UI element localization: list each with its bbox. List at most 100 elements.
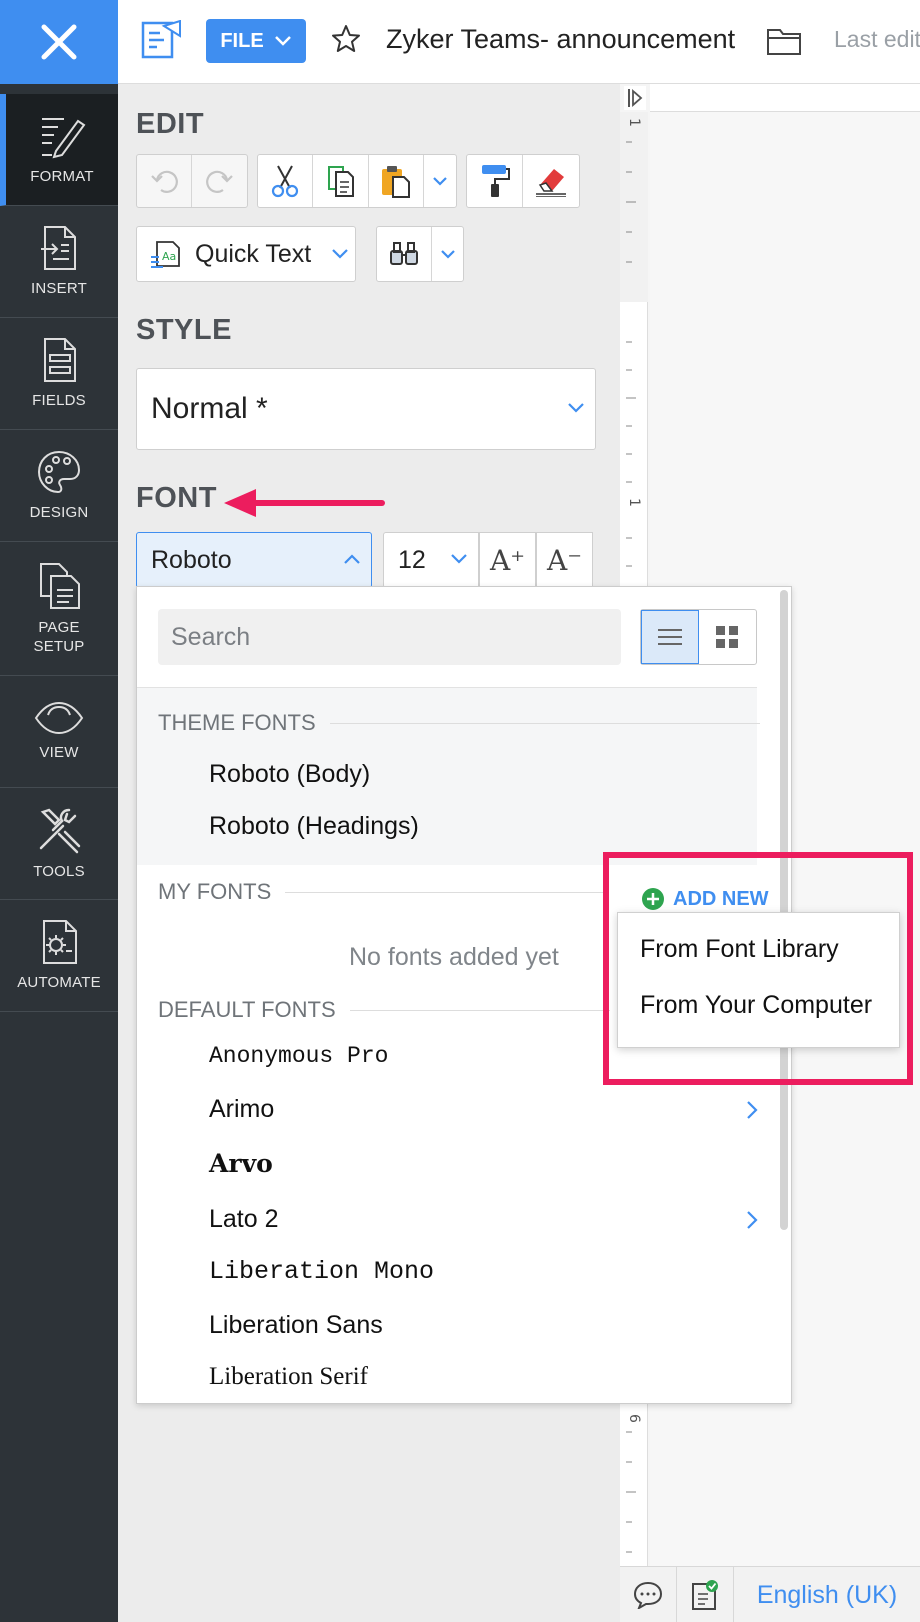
document-title[interactable]: Zyker Teams- announcement: [386, 24, 735, 55]
format-painter-button[interactable]: [467, 155, 524, 207]
rail-item-design[interactable]: DESIGN: [0, 430, 118, 542]
document-status-button[interactable]: [677, 1567, 734, 1622]
redo-button[interactable]: [192, 155, 247, 207]
undo-icon: [151, 170, 178, 193]
horizontal-ruler: [650, 84, 920, 112]
rail-item-insert[interactable]: INSERT: [0, 206, 118, 318]
font-option-lato-2[interactable]: Lato 2: [209, 1205, 279, 1234]
list-view-icon: [657, 629, 682, 645]
decrease-font-size-button[interactable]: A⁻: [536, 532, 593, 588]
quick-text-dropdown[interactable]: Aa Quick Text: [136, 226, 356, 282]
no-fonts-message: No fonts added yet: [349, 943, 559, 971]
left-navigation-rail: FORMAT INSERT FIELDS DESIGN PAGE SETUP V…: [0, 0, 118, 1622]
top-bar: FILE Zyker Teams- announcement Last edit: [118, 0, 920, 84]
font-option-roboto-headings[interactable]: Roboto (Headings): [209, 812, 419, 841]
rail-item-automate[interactable]: AUTOMATE: [0, 900, 118, 1012]
chevron-down-icon: [332, 249, 349, 259]
divider: [285, 891, 606, 893]
font-option-liberation-sans[interactable]: Liberation Sans: [209, 1311, 383, 1340]
fields-document-icon: [44, 338, 76, 382]
language-selector[interactable]: English (UK): [734, 1567, 920, 1622]
rail-item-page-setup[interactable]: PAGE SETUP: [0, 542, 118, 676]
page-setup-icon: [40, 562, 80, 609]
list-view-button[interactable]: [641, 610, 699, 664]
folder-icon[interactable]: [766, 26, 802, 61]
paint-roller-icon: [481, 165, 510, 197]
font-option-arvo[interactable]: Arvo: [209, 1149, 273, 1178]
rail-item-label: DESIGN: [29, 504, 89, 521]
palette-icon: [37, 450, 81, 494]
paste-icon: [382, 166, 411, 198]
chevron-down-icon: [274, 36, 291, 46]
font-option-liberation-serif[interactable]: Liberation Serif: [209, 1363, 368, 1391]
rail-item-view[interactable]: VIEW: [0, 676, 118, 788]
grid-view-icon: [716, 626, 739, 648]
rail-item-fields[interactable]: FIELDS: [0, 318, 118, 430]
font-option-arimo[interactable]: Arimo: [209, 1095, 274, 1124]
chevron-up-icon: [344, 554, 360, 564]
paste-options-dropdown[interactable]: [424, 155, 456, 207]
format-pen-icon: [42, 118, 86, 159]
theme-fonts-heading-text: THEME FONTS: [158, 710, 316, 735]
binoculars-icon: [390, 242, 419, 265]
undo-redo-group: [136, 154, 248, 208]
increase-font-icon: A⁺: [490, 543, 525, 577]
font-search-placeholder: Search: [171, 622, 251, 651]
annotation-highlight-box: [603, 852, 913, 1085]
ruler-mark: 1: [626, 118, 642, 127]
font-family-select[interactable]: Roboto: [136, 532, 372, 588]
default-fonts-heading-text: DEFAULT FONTS: [158, 997, 336, 1022]
clear-formatting-button[interactable]: [523, 155, 579, 207]
writer-document-icon[interactable]: [140, 19, 184, 65]
rail-item-tools[interactable]: TOOLS: [0, 788, 118, 900]
grid-view-button[interactable]: [699, 610, 756, 664]
cut-button[interactable]: [258, 155, 314, 207]
font-option-roboto-body[interactable]: Roboto (Body): [209, 760, 370, 789]
file-menu-button[interactable]: FILE: [206, 19, 306, 63]
paragraph-style-select[interactable]: Normal *: [136, 368, 596, 450]
rail-item-format[interactable]: FORMAT: [0, 94, 118, 206]
rail-item-label: AUTOMATE: [17, 974, 101, 991]
find-options-dropdown[interactable]: [432, 227, 463, 281]
automate-gear-document-icon: [43, 920, 77, 964]
file-menu-label: FILE: [220, 29, 264, 52]
rail-item-label: PAGE SETUP: [33, 618, 85, 655]
undo-button[interactable]: [137, 155, 193, 207]
ruler-mark: 6: [626, 1414, 642, 1423]
chevron-right-icon[interactable]: [745, 1209, 759, 1231]
status-bar: English (UK): [620, 1566, 920, 1622]
my-fonts-heading-text: MY FONTS: [158, 879, 272, 904]
theme-fonts-section: THEME FONTS Roboto (Body) Roboto (Headin…: [137, 688, 760, 865]
rail-item-label: TOOLS: [33, 863, 85, 880]
clipboard-group: [257, 154, 457, 208]
font-size-select[interactable]: 12: [383, 532, 479, 588]
style-heading: STYLE: [136, 314, 232, 346]
copy-button[interactable]: [313, 155, 369, 207]
comments-button[interactable]: [620, 1567, 677, 1622]
annotation-arrow-icon: [224, 489, 385, 517]
quick-text-icon: Aa: [151, 241, 180, 268]
increase-font-size-button[interactable]: A⁺: [479, 532, 536, 588]
document-check-icon: [692, 1580, 718, 1610]
edit-heading: EDIT: [136, 108, 205, 140]
default-fonts-heading: DEFAULT FONTS: [158, 997, 610, 1023]
last-edit-text: Last edit: [834, 26, 920, 52]
chevron-right-icon[interactable]: [745, 1099, 759, 1121]
font-size-value: 12: [398, 545, 426, 574]
find-button[interactable]: [377, 227, 433, 281]
font-option-liberation-mono[interactable]: Liberation Mono: [209, 1257, 434, 1286]
rail-item-label: FIELDS: [32, 392, 86, 409]
ruler-toggle-button[interactable]: [624, 86, 646, 110]
star-favorite-icon[interactable]: [331, 24, 361, 59]
ruler-mark: 1: [626, 498, 642, 507]
format-tools-group: [466, 154, 580, 208]
paste-button[interactable]: [369, 155, 425, 207]
eraser-icon: [536, 169, 566, 197]
font-option-anonymous-pro[interactable]: Anonymous Pro: [209, 1043, 388, 1069]
close-button[interactable]: [0, 0, 118, 84]
style-value: Normal *: [151, 392, 268, 425]
tools-icon: [39, 808, 81, 854]
font-search-input[interactable]: Search: [158, 609, 621, 665]
font-heading: FONT: [136, 482, 217, 514]
quick-text-label: Quick Text: [195, 239, 312, 268]
